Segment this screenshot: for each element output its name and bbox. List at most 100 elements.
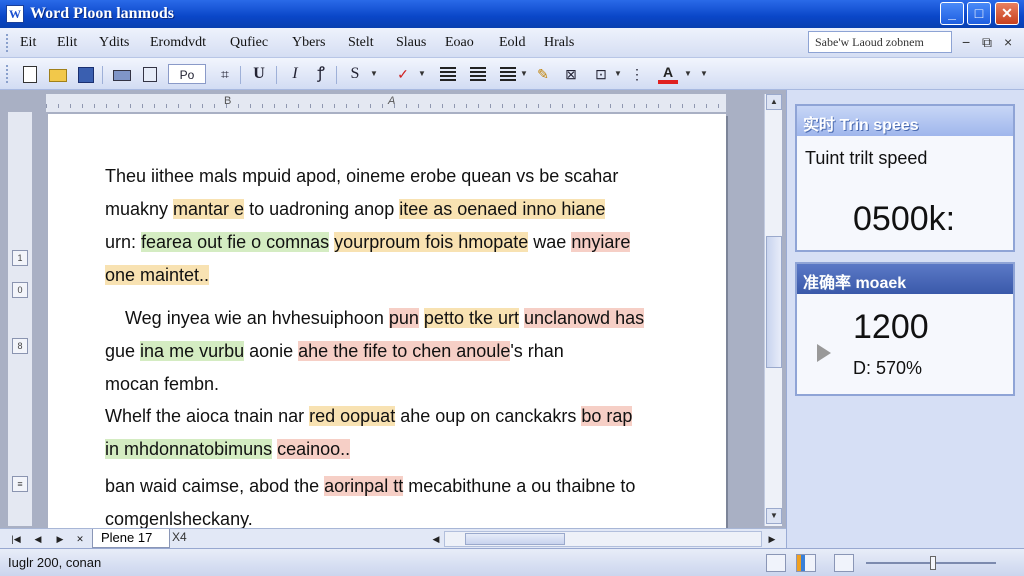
- toolbar-grip-handle[interactable]: [6, 65, 10, 83]
- scroll-up-arrow-icon[interactable]: ▲: [766, 94, 782, 110]
- print-layout-view-icon[interactable]: [766, 554, 786, 572]
- tab-other-page[interactable]: X4: [172, 530, 187, 544]
- text-run: ahe oup on canckakrs: [395, 406, 582, 426]
- style-dropdown[interactable]: Po: [168, 64, 206, 84]
- doc-restore-button[interactable]: ⧉: [982, 34, 992, 51]
- text-run: wae: [528, 232, 572, 252]
- zoom-slider[interactable]: [866, 556, 996, 570]
- chevron-down-icon[interactable]: ▼: [684, 64, 692, 84]
- highlighted-text-run: ceainoo..: [277, 439, 351, 459]
- document-paragraph[interactable]: ban waid caimse, abod the aorinpal tt me…: [105, 470, 685, 528]
- ruler-mark: B: [224, 95, 232, 107]
- zoom-slider-knob[interactable]: [930, 556, 936, 570]
- text-run: muakny: [105, 199, 174, 219]
- highlighted-text-run: itee as oenaed inno hiane: [399, 199, 606, 219]
- typing-speed-card: 实时 Trin spees Tuint trilt speed 0500k:: [795, 104, 1015, 252]
- italic-button[interactable]: I: [284, 64, 306, 84]
- align-left-icon[interactable]: [440, 67, 456, 81]
- align-center-icon[interactable]: [470, 67, 486, 81]
- web-view-icon[interactable]: [834, 554, 854, 572]
- underline-button[interactable]: U: [248, 64, 270, 84]
- menu-item[interactable]: Eit: [20, 35, 36, 51]
- reading-view-icon[interactable]: [796, 554, 816, 572]
- highlighted-text-run: bo rap: [581, 406, 633, 426]
- toolbar-overflow-icon[interactable]: ▼: [700, 64, 708, 84]
- indent-marker[interactable]: A: [388, 95, 395, 107]
- align-justify-icon[interactable]: [500, 67, 516, 81]
- horizontal-ruler[interactable]: B A: [46, 94, 726, 112]
- text-run: mecabithune a ou thaibne to: [403, 476, 636, 496]
- maximize-button[interactable]: □: [967, 2, 991, 25]
- borders-icon[interactable]: ⊠: [560, 64, 582, 84]
- document-line: Theu iithee mals mpuid apod, oineme erob…: [105, 160, 685, 193]
- typing-speed-title: 实时 Trin spees: [797, 106, 1013, 136]
- spacing-button[interactable]: S: [344, 64, 366, 84]
- open-folder-icon[interactable]: [46, 64, 68, 84]
- menu-item[interactable]: Hrals: [544, 35, 574, 51]
- text-run: 's rhan: [510, 341, 564, 361]
- print-icon[interactable]: [110, 64, 132, 84]
- chevron-down-icon[interactable]: ▼: [614, 64, 622, 84]
- document-paragraph[interactable]: Theu iithee mals mpuid apod, oineme erob…: [105, 160, 685, 292]
- document-paragraph[interactable]: Weg inyea wie an hvhesuiphoon pun petto …: [105, 302, 685, 401]
- horizontal-scroll-thumb[interactable]: [465, 533, 565, 545]
- menu-item[interactable]: Slaus: [396, 35, 426, 51]
- menu-item[interactable]: Qufiec: [230, 35, 268, 51]
- spell-check-icon[interactable]: ✓: [392, 64, 414, 84]
- horizontal-scrollbar[interactable]: [444, 531, 762, 547]
- menu-grip-handle[interactable]: [6, 34, 10, 52]
- menu-item[interactable]: Stelt: [348, 35, 374, 51]
- next-page-icon[interactable]: ▶: [52, 531, 68, 547]
- close-tab-icon[interactable]: ✕: [72, 531, 88, 547]
- scroll-down-arrow-icon[interactable]: ▼: [766, 508, 782, 524]
- tab-active-page[interactable]: Plene 17: [92, 529, 170, 548]
- highlighted-text-run: aorinpal tt: [324, 476, 404, 496]
- highlight-icon[interactable]: ✎: [532, 64, 554, 84]
- typing-speed-label: Tuint trilt speed: [805, 148, 928, 168]
- formatting-toolbar: Po ⌗ U I ꝭ S ▼ ✓ ▼ ▼ ✎ ⊠ ⊡ ▼ ⋮ A ▼ ▼: [0, 58, 1024, 90]
- text-run: comgenlsheckany.: [105, 509, 253, 528]
- close-button[interactable]: ✕: [995, 2, 1019, 25]
- doc-minimize-button[interactable]: −: [962, 34, 970, 50]
- chevron-down-icon[interactable]: ▼: [370, 64, 378, 84]
- minimize-button[interactable]: _: [940, 2, 964, 25]
- scroll-right-arrow-icon[interactable]: ▶: [764, 531, 780, 547]
- menu-item[interactable]: Elit: [57, 35, 77, 51]
- doc-close-button[interactable]: ×: [1004, 34, 1012, 50]
- play-icon[interactable]: [817, 344, 831, 362]
- accuracy-title: 准确率 moaek: [797, 264, 1013, 294]
- first-page-icon[interactable]: |◀: [8, 531, 24, 547]
- font-color-button[interactable]: A: [658, 64, 678, 84]
- scroll-thumb[interactable]: [766, 236, 782, 368]
- chevron-down-icon[interactable]: ▼: [520, 64, 528, 84]
- new-document-icon[interactable]: [18, 64, 40, 84]
- highlighted-text-run: mantar e: [173, 199, 245, 219]
- document-paragraph[interactable]: Whelf the aioca tnain nar red oopuat ahe…: [105, 400, 685, 466]
- menu-item[interactable]: Ybers: [292, 35, 325, 51]
- menu-item[interactable]: Ydits: [99, 35, 129, 51]
- menu-item[interactable]: Eoao: [445, 35, 474, 51]
- vertical-scrollbar[interactable]: ▲ ▼: [764, 94, 782, 526]
- menu-item[interactable]: Eold: [499, 35, 525, 51]
- ruler-marker: 1: [12, 250, 28, 266]
- strikethrough-button[interactable]: ꝭ: [310, 64, 332, 84]
- prev-page-icon[interactable]: ◀: [30, 531, 46, 547]
- format-painter-icon[interactable]: ⌗: [214, 64, 236, 84]
- text-run: to uadroning anop: [244, 199, 400, 219]
- status-text: Iuglr 200, conan: [8, 555, 102, 570]
- columns-icon[interactable]: ⋮: [626, 64, 648, 84]
- save-icon[interactable]: [74, 64, 96, 84]
- document-line: one maintet..: [105, 259, 685, 292]
- tab-scroll-left-icon[interactable]: ◀: [428, 531, 444, 547]
- menu-bar: Eit Elit Ydits Eromdvdt Qufiec Ybers Ste…: [0, 28, 1024, 58]
- vertical-ruler[interactable]: 1 0 8 ≡: [8, 112, 32, 526]
- help-search-input[interactable]: Sabe'w Laoud zobnem: [808, 31, 952, 53]
- word-app-icon[interactable]: W: [6, 5, 24, 23]
- print-preview-icon[interactable]: [138, 64, 160, 84]
- menu-item[interactable]: Eromdvdt: [150, 35, 206, 51]
- table-icon[interactable]: ⊡: [590, 64, 612, 84]
- chevron-down-icon[interactable]: ▼: [418, 64, 426, 84]
- accuracy-card: 准确率 moaek 1200 D: 570%: [795, 262, 1015, 396]
- document-page[interactable]: Theu iithee mals mpuid apod, oineme erob…: [48, 114, 726, 528]
- highlighted-text-run: fearea out fie o comnas: [141, 232, 330, 252]
